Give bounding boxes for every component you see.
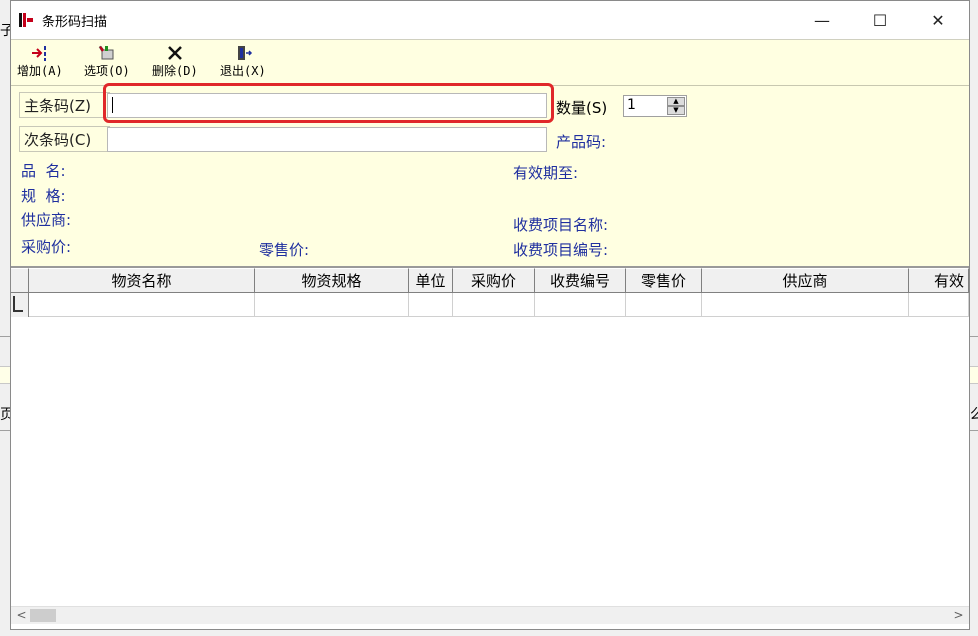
column-header[interactable]: 单位 <box>409 268 453 293</box>
main-barcode-input[interactable] <box>107 93 547 118</box>
close-button[interactable]: ✕ <box>915 1 961 39</box>
column-header[interactable]: 供应商 <box>702 268 909 293</box>
add-label: 增加(A) <box>17 64 63 78</box>
options-icon <box>98 45 114 60</box>
scroll-left-icon[interactable]: < <box>13 607 30 624</box>
scroll-thumb[interactable] <box>30 609 56 622</box>
quantity-spinner[interactable]: 1 ▲ ▼ <box>623 95 687 117</box>
scroll-right-icon[interactable]: > <box>950 607 967 624</box>
delete-label: 删除(D) <box>152 64 198 78</box>
table-cell[interactable] <box>702 293 909 317</box>
fee-item-name-label: 收费项目名称: <box>513 216 609 234</box>
table-cell[interactable] <box>626 293 702 317</box>
add-button[interactable]: 增加(A) <box>17 44 63 79</box>
row-indicator <box>11 293 29 317</box>
spec-label: 规 格: <box>21 187 66 205</box>
table-cell[interactable] <box>535 293 626 317</box>
main-barcode-label: 主条码(Z) <box>19 92 110 118</box>
minimize-button[interactable]: — <box>799 1 845 39</box>
table-cell[interactable] <box>909 293 969 317</box>
exit-button[interactable]: 退出(X) <box>220 44 266 79</box>
options-label: 选项(O) <box>84 64 130 78</box>
app-icon <box>19 13 33 27</box>
quantity-label: 数量(S) <box>556 99 608 117</box>
table-cell[interactable] <box>255 293 409 317</box>
spin-up-button[interactable]: ▲ <box>667 97 685 106</box>
purchase-price-label: 采购价: <box>21 238 72 256</box>
grid-header: 物资名称 物资规格 单位 采购价 收费编号 零售价 供应商 有效 <box>11 268 969 293</box>
text-caret <box>112 97 113 113</box>
column-header[interactable]: 采购价 <box>453 268 535 293</box>
barcode-form: 主条码(Z) 数量(S) 1 ▲ ▼ 次条码(C) 产品码: 品 名: 有效期至… <box>11 83 969 268</box>
column-header[interactable]: 零售价 <box>626 268 702 293</box>
exit-icon <box>237 46 252 60</box>
row-indicator-mark <box>13 296 23 312</box>
items-grid[interactable]: 物资名称 物资规格 单位 采购价 收费编号 零售价 供应商 有效 <box>11 268 969 608</box>
spin-down-button[interactable]: ▼ <box>667 106 685 115</box>
delete-icon <box>167 46 182 60</box>
quantity-value: 1 <box>627 97 636 113</box>
table-cell[interactable] <box>409 293 453 317</box>
table-row[interactable] <box>11 293 969 317</box>
header-indicator-cell <box>11 268 29 293</box>
column-header[interactable]: 收费编号 <box>535 268 626 293</box>
horizontal-scrollbar[interactable]: < > <box>11 606 969 624</box>
table-cell[interactable] <box>453 293 535 317</box>
background-text-fragment: 么 <box>970 407 978 423</box>
barcode-scan-dialog: 条形码扫描 — ☐ ✕ 增加(A) 选项(O) 删除(D) 退出(X) 主条码(… <box>10 0 970 630</box>
column-header[interactable]: 物资名称 <box>29 268 255 293</box>
retail-price-label: 零售价: <box>259 241 310 259</box>
maximize-button[interactable]: ☐ <box>857 1 903 39</box>
add-icon <box>31 46 46 61</box>
sub-barcode-input[interactable] <box>107 127 547 152</box>
name-label: 品 名: <box>21 162 66 180</box>
column-header[interactable]: 有效 <box>909 268 969 293</box>
sub-barcode-label: 次条码(C) <box>19 126 110 152</box>
toolbar: 增加(A) 选项(O) 删除(D) 退出(X) <box>11 39 969 86</box>
exit-label: 退出(X) <box>220 64 266 78</box>
fee-item-code-label: 收费项目编号: <box>513 241 609 259</box>
column-header[interactable]: 物资规格 <box>255 268 409 293</box>
table-cell[interactable] <box>29 293 255 317</box>
supplier-label: 供应商: <box>21 211 72 229</box>
options-button[interactable]: 选项(O) <box>84 44 130 79</box>
window-title: 条形码扫描 <box>42 15 108 30</box>
delete-button[interactable]: 删除(D) <box>152 44 198 79</box>
product-code-label: 产品码: <box>556 133 607 151</box>
title-bar[interactable]: 条形码扫描 — ☐ ✕ <box>11 1 969 39</box>
expiry-label: 有效期至: <box>513 164 579 182</box>
